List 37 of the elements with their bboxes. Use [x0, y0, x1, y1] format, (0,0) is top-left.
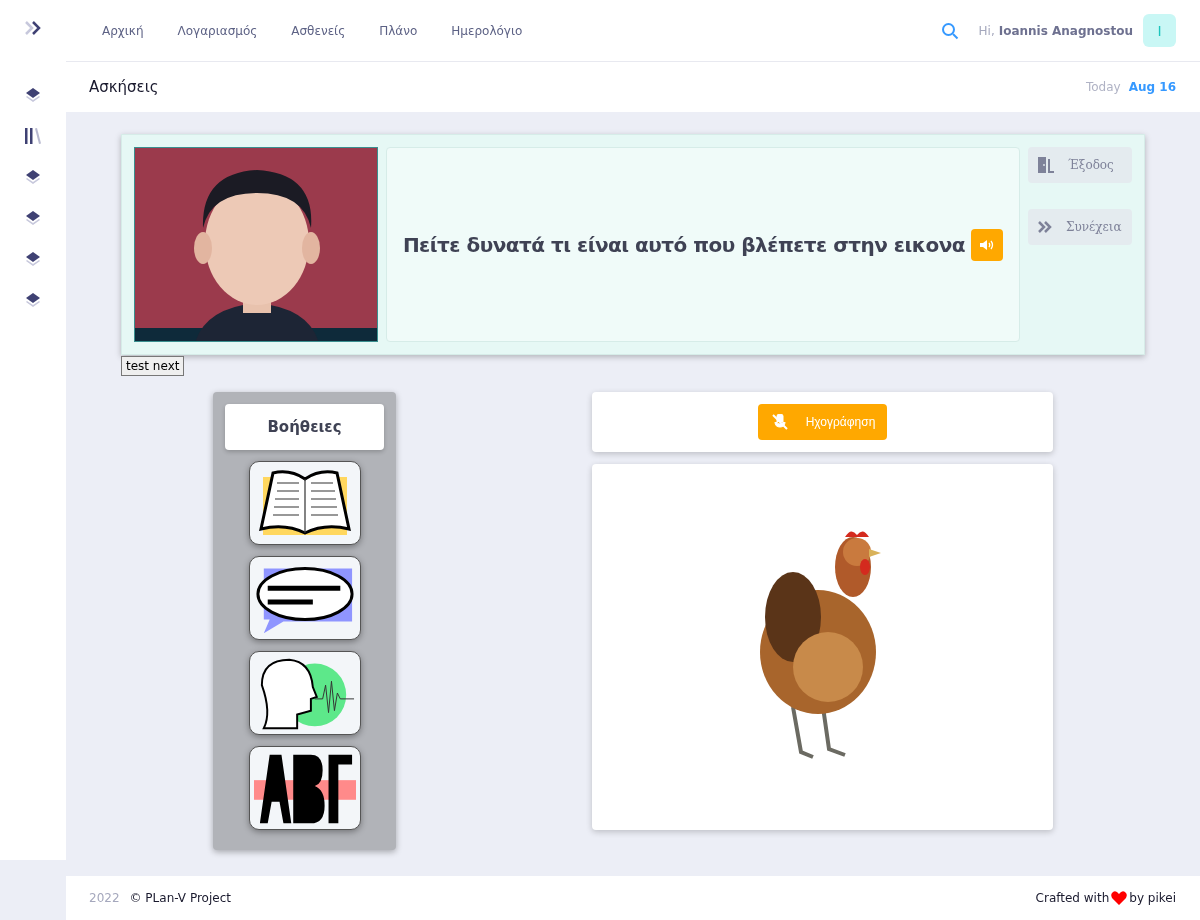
layers-icon	[25, 292, 41, 308]
nav-link[interactable]: Πλάνο	[379, 23, 418, 38]
project-name: © PLan-V Project	[129, 891, 231, 905]
speaker-icon	[980, 238, 995, 251]
help-tile[interactable]	[248, 556, 361, 640]
library-icon	[24, 127, 42, 145]
layers-icon	[25, 87, 41, 103]
double-chevron-icon	[1038, 221, 1052, 233]
layers-icon	[25, 251, 41, 267]
help-title: Βοήθειες	[225, 404, 384, 450]
layers-icon	[25, 210, 41, 226]
sidebar-item[interactable]	[22, 125, 44, 147]
help-tile[interactable]	[248, 746, 361, 830]
greeting-text: Hi,	[978, 23, 995, 38]
date-text: Aug 16	[1128, 80, 1176, 94]
muted-microphone-icon	[771, 414, 788, 430]
nav-link[interactable]: Ασθενείς	[291, 23, 346, 38]
continue-button[interactable]: Συνέχεια	[1028, 209, 1132, 245]
nav-link[interactable]: Ημερολόγιο	[451, 23, 523, 38]
exit-button[interactable]: Έξοδος	[1028, 147, 1132, 183]
heart-icon	[1111, 891, 1128, 905]
nav-link[interactable]: Αρχική	[102, 23, 144, 38]
door-icon	[1038, 157, 1054, 173]
page-title: Ασκήσεις	[89, 78, 159, 96]
user-name: Ioannis Anagnostou	[998, 23, 1133, 38]
help-tile[interactable]	[248, 461, 361, 545]
double-chevron-icon[interactable]	[24, 20, 42, 36]
layers-icon	[25, 169, 41, 185]
crafted-text: Crafted with	[1035, 891, 1110, 905]
author-text: by pikei	[1129, 891, 1176, 905]
nav-link[interactable]: Λογαριασμός	[177, 23, 258, 38]
help-tile[interactable]	[248, 651, 361, 735]
prompt-text: Πείτε δυνατά τι είναι αυτό που βλέπετε στην εικονα	[402, 232, 966, 257]
search-icon[interactable]	[940, 21, 959, 40]
footer-year: 2022	[89, 891, 120, 905]
today-label: Today	[1086, 80, 1121, 94]
test-next-button[interactable]: test next	[121, 356, 185, 376]
